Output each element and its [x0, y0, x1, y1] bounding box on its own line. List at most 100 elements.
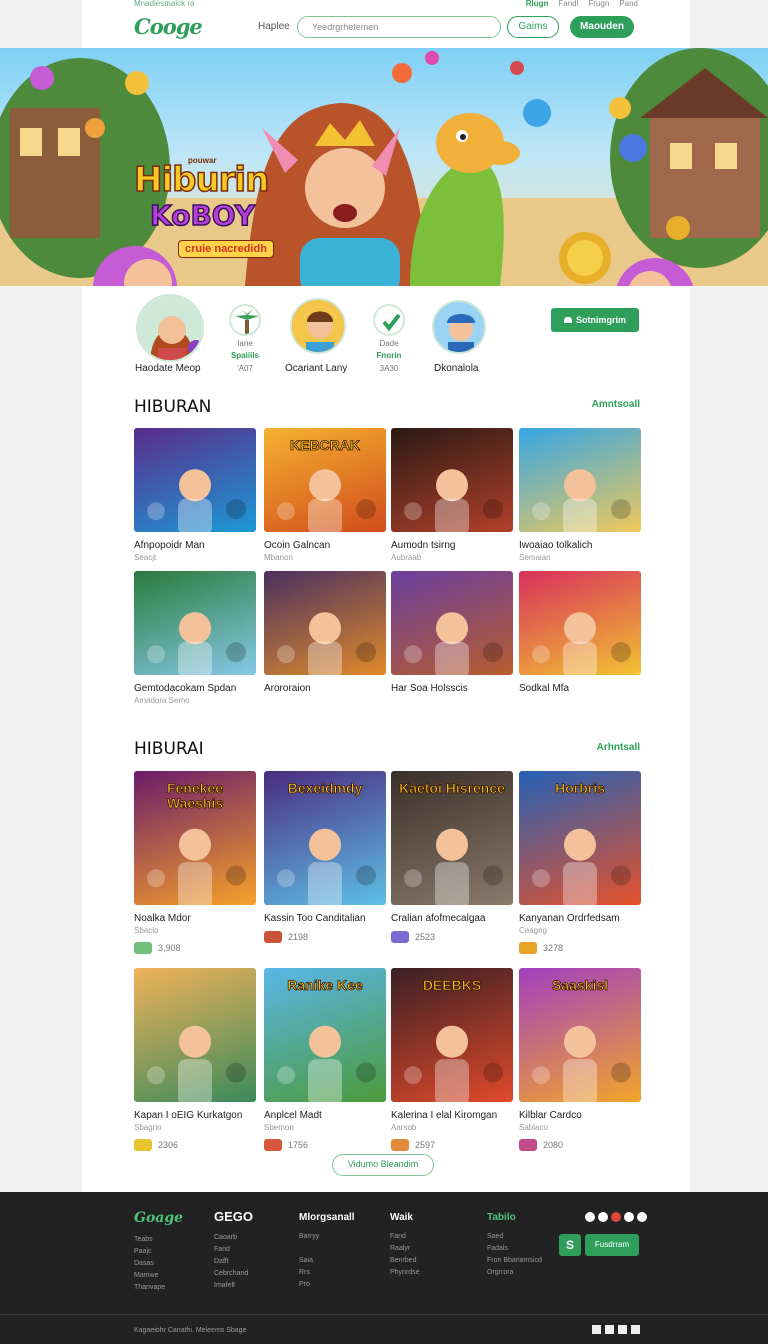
game-thumbnail[interactable] — [391, 428, 513, 532]
app-store-icon[interactable]: S — [559, 1234, 581, 1256]
game-card[interactable]: Aumodn tsirng Aubraab — [391, 428, 513, 562]
see-all-link[interactable]: Arhntsall — [597, 742, 640, 753]
footer-link[interactable]: Dasas — [134, 1260, 165, 1267]
game-thumbnail[interactable]: Bexeidmdy — [264, 771, 386, 905]
profile-avatar-3[interactable] — [290, 298, 346, 354]
game-card[interactable]: Gemtodacokam Spdan Amadora Semo — [134, 571, 256, 705]
game-title[interactable]: Ocoin Galncan — [264, 540, 386, 551]
footer-link[interactable]: Caoarb — [214, 1234, 253, 1241]
footer-link[interactable]: Barryy — [299, 1233, 355, 1240]
game-card[interactable]: Afnpopoidr Man Seacjt — [134, 428, 256, 562]
footer-link[interactable]: Fron Bbariamsicd — [487, 1257, 542, 1264]
top-link[interactable]: Frugn — [588, 0, 609, 8]
load-more-button[interactable]: Vidumo Bleandim — [332, 1154, 434, 1176]
footer-logo[interactable]: Goage — [134, 1210, 183, 1226]
footer-link[interactable]: Fand — [214, 1246, 253, 1253]
game-title[interactable]: Arororaion — [264, 683, 386, 694]
top-link[interactable]: Rlugn — [526, 0, 549, 8]
profile-avatar-2[interactable] — [229, 304, 261, 336]
game-title[interactable]: Iwoaiao tolkalich — [519, 540, 641, 551]
share-icon[interactable] — [592, 1325, 601, 1334]
game-thumbnail[interactable] — [519, 428, 641, 532]
footer-link[interactable]: Dafft — [214, 1258, 253, 1265]
see-all-link[interactable]: Amntsoall — [592, 399, 640, 410]
top-link[interactable]: Pand — [619, 0, 638, 8]
game-card[interactable]: KEBCRAK Ocoin Galncan Mbanon — [264, 428, 386, 562]
rss-icon[interactable] — [631, 1325, 640, 1334]
footer-link[interactable]: Saia — [299, 1257, 355, 1264]
footer-link[interactable]: Mamwe — [134, 1272, 165, 1279]
profile-name[interactable]: Dkonalola — [434, 363, 478, 374]
game-thumbnail[interactable] — [134, 571, 256, 675]
youtube-icon[interactable] — [624, 1212, 634, 1222]
game-card[interactable]: Ranike Kee Anplcel Madt Sbemon 1756 — [264, 968, 386, 1151]
game-card[interactable]: Kaetoi Hisrence Cralian afofmecalgaa 2523 — [391, 771, 513, 943]
footer-link[interactable]: Paajc — [134, 1248, 165, 1255]
footer-link[interactable]: Saed — [487, 1233, 542, 1240]
instagram-icon[interactable] — [611, 1212, 621, 1222]
game-thumbnail[interactable]: DEEBKS — [391, 968, 513, 1102]
hero-banner[interactable]: pouwar Hiburin KoBOY cruie nacredidh — [0, 48, 768, 286]
mail-icon[interactable] — [618, 1325, 627, 1334]
footer-link[interactable]: Teabs — [134, 1236, 165, 1243]
game-thumbnail[interactable]: Kaetoi Hisrence — [391, 771, 513, 905]
game-card[interactable]: Fenekee Waeshis Noalka Mdor Sbaclo 3,908 — [134, 771, 256, 954]
game-title[interactable]: Noalka Mdor — [134, 913, 256, 924]
footer-link[interactable]: Benrbed — [390, 1257, 420, 1264]
footer-link[interactable]: Fand — [390, 1233, 420, 1240]
footer-link[interactable]: Pro — [299, 1281, 355, 1288]
game-card[interactable]: Saaskisl Kilblar Cardco Sablaco 2080 — [519, 968, 641, 1151]
game-title[interactable]: Afnpopoidr Man — [134, 540, 256, 551]
game-title[interactable]: Kassin Too Canditalian — [264, 913, 386, 924]
game-title[interactable]: Har Soa Holsscis — [391, 683, 513, 694]
game-card[interactable]: Har Soa Holsscis — [391, 571, 513, 694]
game-thumbnail[interactable] — [519, 571, 641, 675]
game-title[interactable]: Aumodn tsirng — [391, 540, 513, 551]
game-title[interactable]: Gemtodacokam Spdan — [134, 683, 256, 694]
game-thumbnail[interactable] — [134, 428, 256, 532]
game-thumbnail[interactable]: Fenekee Waeshis — [134, 771, 256, 905]
games-button[interactable]: Gaims — [507, 16, 559, 38]
game-title[interactable]: Kalerina I elal Kiromgan — [391, 1110, 513, 1121]
game-card[interactable]: Sodkal Mfa — [519, 571, 641, 694]
game-card[interactable]: DEEBKS Kalerina I elal Kiromgan Aarsob 2597 — [391, 968, 513, 1151]
search-input[interactable]: Yeedrgrhetemen — [297, 16, 501, 38]
profile-avatar-5[interactable] — [432, 300, 486, 354]
twitter-icon[interactable] — [598, 1212, 608, 1222]
game-thumbnail[interactable]: Ranike Kee — [264, 968, 386, 1102]
link-icon[interactable] — [605, 1325, 614, 1334]
footer-link[interactable]: Fadals — [487, 1245, 542, 1252]
profile-name[interactable]: Ocariant Lany — [285, 363, 347, 374]
game-title[interactable]: Kilblar Cardco — [519, 1110, 641, 1121]
footer-link[interactable]: Thanvape — [134, 1284, 165, 1291]
signup-button[interactable]: Sotnimgrim — [551, 308, 639, 332]
game-title[interactable]: Sodkal Mfa — [519, 683, 641, 694]
footer-link[interactable]: Cebrchand — [214, 1270, 253, 1277]
game-card[interactable]: Iwoaiao tolkalich Semaian — [519, 428, 641, 562]
footer-link[interactable]: Rrs — [299, 1269, 355, 1276]
game-title[interactable]: Kapan I oEIG Kurkatgon — [134, 1110, 256, 1121]
footer-link[interactable]: Raalyr — [390, 1245, 420, 1252]
footer-link[interactable]: Phynrdse — [390, 1269, 420, 1276]
game-thumbnail[interactable] — [134, 968, 256, 1102]
top-link[interactable]: Fandl — [558, 0, 578, 8]
nav-link[interactable]: Haplee — [258, 21, 290, 32]
game-thumbnail[interactable]: Horbris — [519, 771, 641, 905]
game-thumbnail[interactable]: Saaskisl — [519, 968, 641, 1102]
primary-button[interactable]: Maouden — [570, 16, 634, 38]
game-thumbnail[interactable] — [264, 571, 386, 675]
profile-avatar-4[interactable] — [373, 304, 405, 336]
facebook-icon[interactable] — [585, 1212, 595, 1222]
profile-name[interactable]: Haodate Meop — [135, 363, 201, 374]
game-thumbnail[interactable] — [391, 571, 513, 675]
game-title[interactable]: Cralian afofmecalgaa — [391, 913, 513, 924]
tiktok-icon[interactable] — [637, 1212, 647, 1222]
game-thumbnail[interactable]: KEBCRAK — [264, 428, 386, 532]
game-card[interactable]: Arororaion — [264, 571, 386, 694]
game-card[interactable]: Horbris Kanyanan Ordrfedsam Ceagng 3278 — [519, 771, 641, 954]
game-title[interactable]: Anplcel Madt — [264, 1110, 386, 1121]
profile-avatar-1[interactable] — [136, 294, 204, 362]
footer-button[interactable]: Fusdrram — [585, 1234, 639, 1256]
site-logo[interactable]: Cooge — [134, 14, 203, 39]
game-card[interactable]: Kapan I oEIG Kurkatgon Sbagrio 2306 — [134, 968, 256, 1151]
